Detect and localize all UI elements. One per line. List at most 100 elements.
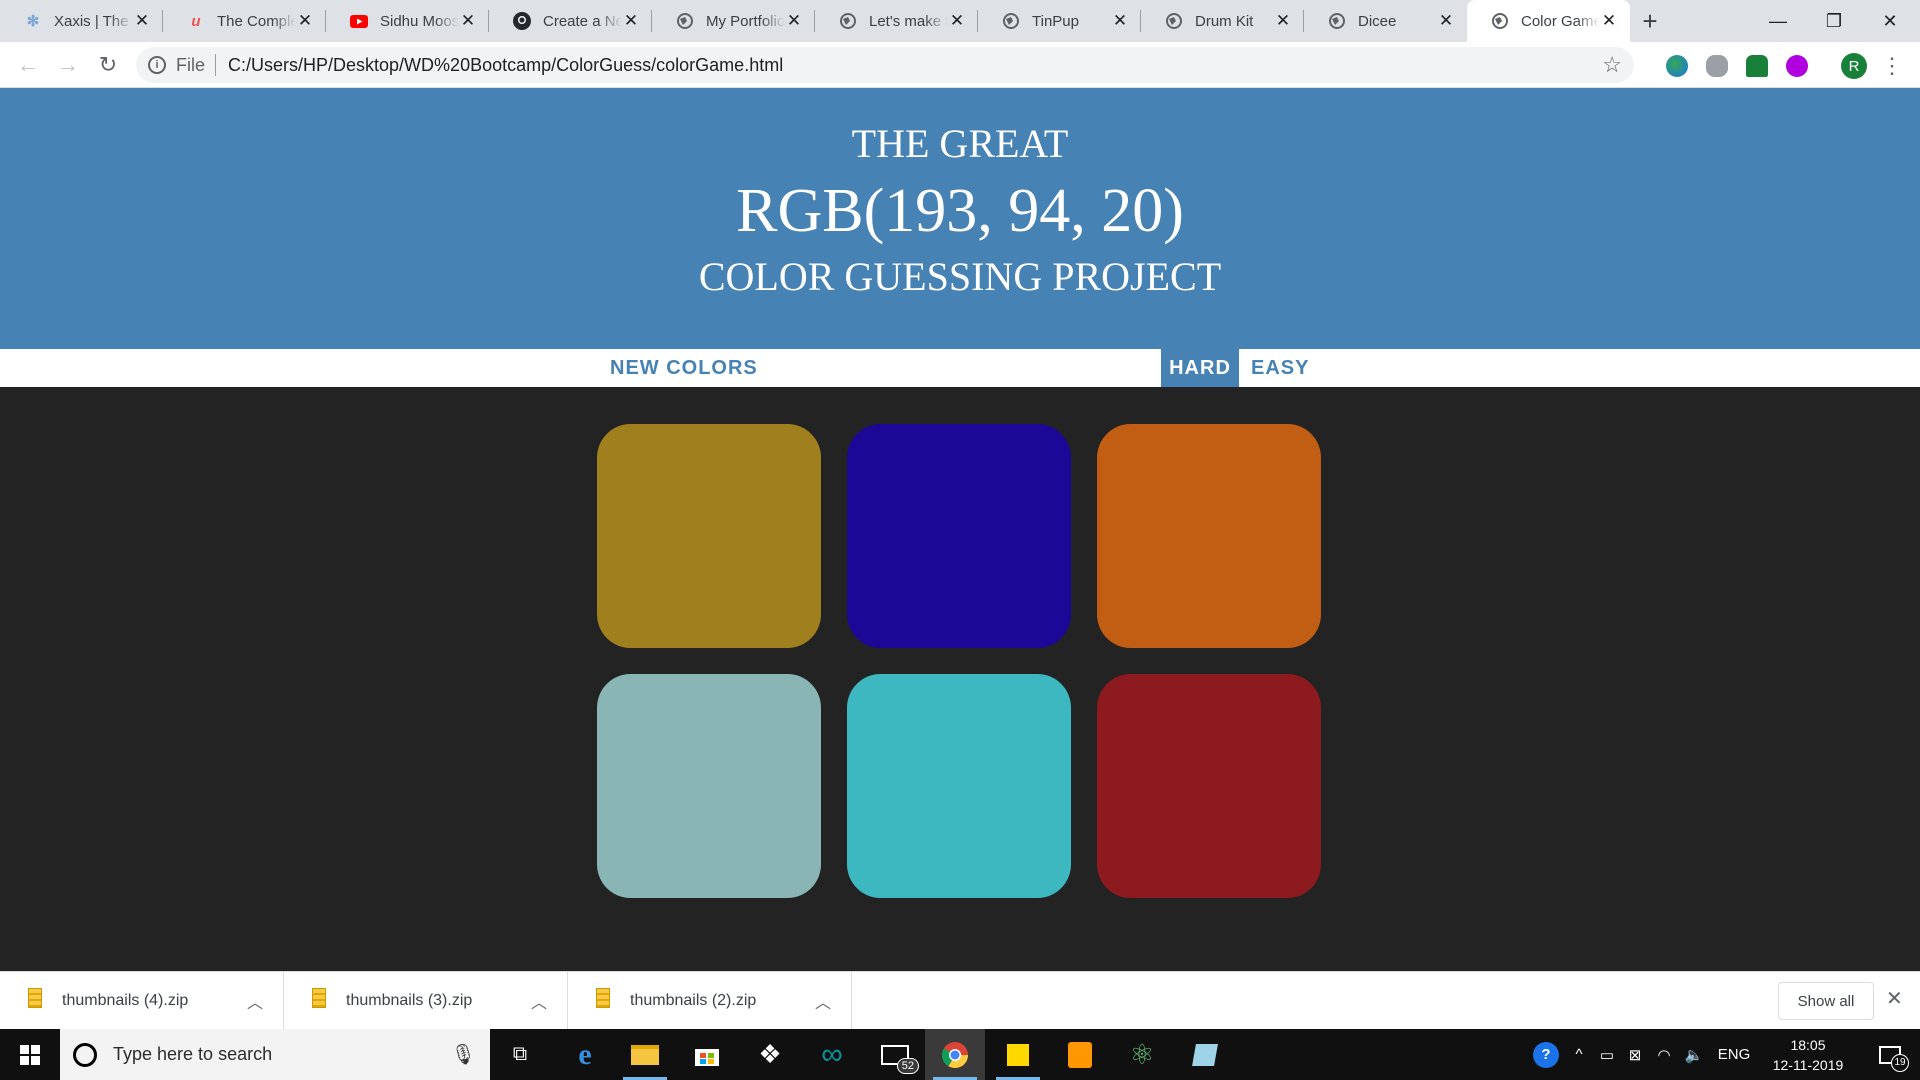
minimize-button[interactable]: — (1750, 0, 1806, 42)
info-icon[interactable]: i (148, 56, 166, 74)
tab-title: TinPup (1032, 12, 1079, 30)
security-icon[interactable]: ⊠ (1622, 1029, 1648, 1080)
tab-drum-kit[interactable]: Drum Kit ✕ (1141, 0, 1304, 42)
tab-portfolio[interactable]: My Portfolio ✕ (652, 0, 815, 42)
globe-icon (676, 12, 694, 30)
tab-tinpup[interactable]: TinPup ✕ (978, 0, 1141, 42)
restore-button[interactable]: ❐ (1806, 0, 1862, 42)
tab-strip: ✻ Xaxis | The Complete Web Developer ✕ u… (0, 0, 1920, 42)
browser-toolbar: ← → ↻ i File C:/Users/HP/Desktop/WD%20Bo… (0, 42, 1920, 88)
forward-arrow-icon[interactable]: → (48, 45, 88, 85)
start-button[interactable] (0, 1029, 60, 1080)
chevron-up-icon[interactable]: ︿ (815, 989, 831, 1013)
clock-date: 12-11-2019 (1772, 1056, 1844, 1073)
heading-top: THE GREAT (851, 121, 1069, 166)
cortana-icon (73, 1042, 97, 1067)
color-square[interactable] (597, 674, 821, 898)
close-window-button[interactable]: ✕ (1862, 0, 1918, 42)
new-colors-button[interactable]: NEW COLORS (610, 349, 758, 387)
color-square[interactable] (1097, 674, 1321, 898)
sticky-notes-icon[interactable] (988, 1029, 1048, 1080)
notifications-icon[interactable]: 19 (1866, 1029, 1914, 1080)
tab-dicee[interactable]: Dicee ✕ (1304, 0, 1467, 42)
chevron-up-icon[interactable]: ︿ (531, 989, 547, 1013)
close-icon[interactable]: ✕ (1600, 11, 1618, 31)
close-icon[interactable]: ✕ (1437, 11, 1455, 31)
edge-icon[interactable]: e (555, 1029, 615, 1080)
atom-icon[interactable]: ⚛ (1112, 1029, 1172, 1080)
sublime-text-icon[interactable] (1050, 1029, 1110, 1080)
new-tab-button[interactable]: + (1630, 0, 1670, 42)
wifi-icon[interactable]: ◠ (1650, 1029, 1678, 1080)
url-text[interactable]: C:/Users/HP/Desktop/WD%20Bootcamp/ColorG… (228, 55, 783, 76)
zip-file-icon (28, 988, 42, 1008)
download-item[interactable]: thumbnails (2).zip ︿ (568, 972, 852, 1030)
extension-globe-icon[interactable] (1666, 55, 1688, 77)
tab-title: Sidhu Moose Wala (380, 12, 459, 30)
extension-purple-icon[interactable] (1786, 55, 1808, 77)
back-arrow-icon[interactable]: ← (8, 45, 48, 85)
tab-github[interactable]: Create a New Repository ✕ (489, 0, 652, 42)
dropbox-icon[interactable]: ❖ (740, 1029, 800, 1080)
tab-color-game[interactable]: Color Game ✕ (1467, 0, 1630, 42)
color-square[interactable] (1097, 424, 1321, 648)
close-icon[interactable]: ✕ (133, 11, 151, 31)
tab-xaxis[interactable]: ✻ Xaxis | The Complete Web Developer ✕ (0, 0, 163, 42)
tab-udemy[interactable]: u The Complete 2019 Web Development Boot… (163, 0, 326, 42)
reload-icon[interactable]: ↻ (88, 45, 128, 85)
chevron-up-icon[interactable]: ︿ (247, 989, 263, 1013)
color-square[interactable] (597, 424, 821, 648)
extension-html-icon[interactable] (1746, 55, 1768, 77)
address-bar[interactable]: i File C:/Users/HP/Desktop/WD%20Bootcamp… (136, 47, 1634, 83)
extension-bug-icon[interactable] (1706, 55, 1728, 77)
download-item[interactable]: thumbnails (3).zip ︿ (284, 972, 568, 1030)
profile-avatar[interactable]: R (1841, 53, 1867, 79)
file-explorer-icon[interactable] (615, 1029, 675, 1080)
volume-icon[interactable]: 🔈 (1680, 1029, 1708, 1080)
close-icon[interactable]: ✕ (459, 11, 477, 31)
globe-icon (1165, 12, 1183, 30)
color-square[interactable] (847, 424, 1071, 648)
mode-easy-button[interactable]: EASY (1251, 349, 1309, 387)
bookmark-star-icon[interactable]: ☆ (1602, 52, 1622, 78)
tab-title: Create a New Repository (543, 12, 622, 30)
close-icon[interactable]: ✕ (1886, 986, 1903, 1011)
globe-icon (1002, 12, 1020, 30)
clock[interactable]: 18:05 12-11-2019 (1760, 1029, 1856, 1080)
heading-bottom: COLOR GUESSING PROJECT (698, 254, 1222, 299)
close-icon[interactable]: ✕ (622, 11, 640, 31)
tab-lets-make[interactable]: Let's make this ✕ (815, 0, 978, 42)
language-indicator[interactable]: ENG (1712, 1029, 1756, 1080)
page-content: THE GREAT RGB(193, 94, 20) COLOR GUESSIN… (0, 88, 1920, 971)
close-icon[interactable]: ✕ (1111, 11, 1129, 31)
app-icon[interactable] (1175, 1029, 1235, 1080)
mail-badge: 52 (896, 1058, 919, 1074)
chrome-icon[interactable] (925, 1029, 985, 1080)
color-square[interactable] (847, 674, 1071, 898)
tab-title: My Portfolio (706, 12, 785, 30)
xaxis-icon: ✻ (26, 13, 40, 30)
mail-icon[interactable]: 52 (865, 1029, 925, 1080)
show-all-button[interactable]: Show all (1778, 982, 1874, 1020)
download-filename: thumbnails (3).zip (346, 992, 473, 1009)
battery-icon[interactable]: ▭ (1594, 1029, 1620, 1080)
arduino-icon[interactable]: ∞ (802, 1029, 862, 1080)
taskbar-search[interactable]: Type here to search 🎙 (60, 1029, 490, 1080)
close-icon[interactable]: ✕ (785, 11, 803, 31)
download-item[interactable]: thumbnails (4).zip ︿ (0, 972, 284, 1030)
close-icon[interactable]: ✕ (296, 11, 314, 31)
url-scheme: File (176, 54, 206, 75)
close-icon[interactable]: ✕ (1274, 11, 1292, 31)
mode-hard-button[interactable]: HARD (1161, 349, 1239, 387)
chevron-up-icon[interactable]: ^ (1566, 1029, 1592, 1080)
microphone-icon[interactable]: 🎙 (451, 1042, 476, 1067)
youtube-icon (350, 12, 368, 30)
close-icon[interactable]: ✕ (948, 11, 966, 31)
download-shelf: thumbnails (4).zip ︿ thumbnails (3).zip … (0, 971, 1920, 1030)
tab-youtube[interactable]: Sidhu Moose Wala ✕ (326, 0, 489, 42)
store-icon[interactable] (677, 1029, 737, 1080)
tab-title: Let's make this (869, 12, 948, 30)
help-icon[interactable]: ? (1528, 1029, 1564, 1080)
more-menu-icon[interactable]: ⋮ (1881, 51, 1903, 81)
task-view-icon[interactable]: ⧉ (490, 1029, 550, 1080)
